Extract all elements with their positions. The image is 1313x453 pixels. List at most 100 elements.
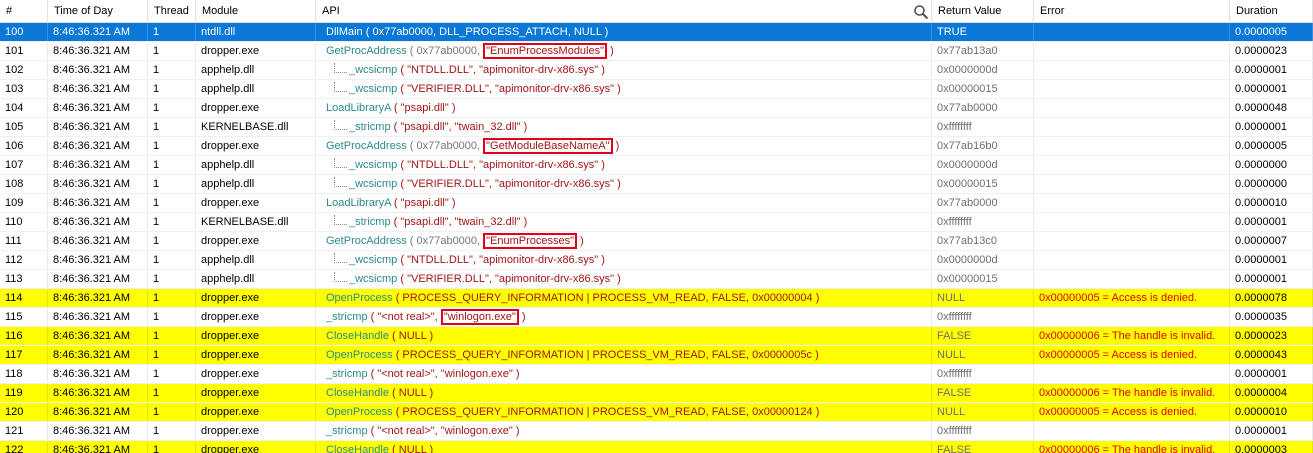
table-row[interactable]: 109 8:46:36.321 AM 1 dropper.exe LoadLibrary… bbox=[0, 194, 1313, 213]
api-arguments: ( "NTDLL.DLL", "apimonitor-drv-x86.sys" … bbox=[397, 159, 605, 171]
cell-thread: 1 bbox=[148, 346, 196, 364]
cell-api: _wcsicmp ( "NTDLL.DLL", "apimonitor-drv-… bbox=[316, 156, 932, 174]
cell-return-value: NULL bbox=[932, 346, 1034, 364]
cell-number: 104 bbox=[0, 99, 48, 117]
column-header-return-value[interactable]: Return Value bbox=[932, 0, 1034, 22]
cell-api: _stricmp ( "<not real>", "winlogon.exe" … bbox=[316, 308, 932, 326]
table-row[interactable]: 120 8:46:36.321 AM 1 dropper.exe OpenProcess… bbox=[0, 403, 1313, 422]
column-header-api[interactable]: API bbox=[316, 0, 932, 22]
api-function-name: CloseHandle bbox=[326, 387, 389, 399]
table-row[interactable]: 106 8:46:36.321 AM 1 dropper.exe GetProcAddr… bbox=[0, 137, 1313, 156]
cell-error bbox=[1034, 118, 1230, 136]
cell-api: GetProcAddress ( 0x77ab0000, "EnumProces… bbox=[316, 42, 932, 60]
cell-duration: 0.0000004 bbox=[1230, 384, 1313, 402]
api-function-name: _stricmp bbox=[326, 425, 368, 437]
api-arguments: ( "psapi.dll", "twain_32.dll" ) bbox=[390, 121, 528, 133]
cell-number: 122 bbox=[0, 441, 48, 453]
cell-error bbox=[1034, 99, 1230, 117]
table-row[interactable]: 100 8:46:36.321 AM 1 ntdll.dll DllMain ( 0x7… bbox=[0, 23, 1313, 42]
cell-number: 100 bbox=[0, 23, 48, 41]
cell-error: 0x00000005 = Access is denied. bbox=[1034, 346, 1230, 364]
cell-error: 0x00000006 = The handle is invalid. bbox=[1034, 441, 1230, 453]
cell-thread: 1 bbox=[148, 365, 196, 383]
cell-return-value: 0x77ab13c0 bbox=[932, 232, 1034, 250]
cell-module: dropper.exe bbox=[196, 422, 316, 440]
table-row[interactable]: 114 8:46:36.321 AM 1 dropper.exe OpenProcess… bbox=[0, 289, 1313, 308]
table-row[interactable]: 110 8:46:36.321 AM 1 KERNELBASE.dll _stricmp… bbox=[0, 213, 1313, 232]
table-row[interactable]: 119 8:46:36.321 AM 1 dropper.exe CloseHandle… bbox=[0, 384, 1313, 403]
column-header-module[interactable]: Module bbox=[196, 0, 316, 22]
table-row[interactable]: 122 8:46:36.321 AM 1 dropper.exe CloseHandle… bbox=[0, 441, 1313, 453]
cell-time: 8:46:36.321 AM bbox=[48, 346, 148, 364]
table-row[interactable]: 104 8:46:36.321 AM 1 dropper.exe LoadLibrary… bbox=[0, 99, 1313, 118]
cell-return-value: TRUE bbox=[932, 23, 1034, 41]
cell-duration: 0.0000005 bbox=[1230, 137, 1313, 155]
table-row[interactable]: 105 8:46:36.321 AM 1 KERNELBASE.dll _stricmp… bbox=[0, 118, 1313, 137]
cell-return-value: 0x77ab16b0 bbox=[932, 137, 1034, 155]
column-header-number[interactable]: # bbox=[0, 0, 48, 22]
cell-time: 8:46:36.321 AM bbox=[48, 327, 148, 345]
table-row[interactable]: 111 8:46:36.321 AM 1 dropper.exe GetProcAddr… bbox=[0, 232, 1313, 251]
cell-error bbox=[1034, 270, 1230, 288]
cell-error bbox=[1034, 213, 1230, 231]
api-arguments-suffix: ) bbox=[612, 140, 620, 152]
cell-number: 114 bbox=[0, 289, 48, 307]
table-row[interactable]: 107 8:46:36.321 AM 1 apphelp.dll _wcsicmp ( … bbox=[0, 156, 1313, 175]
table-row[interactable]: 102 8:46:36.321 AM 1 apphelp.dll _wcsicmp ( … bbox=[0, 61, 1313, 80]
cell-thread: 1 bbox=[148, 156, 196, 174]
column-header-duration[interactable]: Duration bbox=[1230, 0, 1313, 22]
table-row[interactable]: 112 8:46:36.321 AM 1 apphelp.dll _wcsicmp ( … bbox=[0, 251, 1313, 270]
cell-duration: 0.0000005 bbox=[1230, 23, 1313, 41]
table-row[interactable]: 113 8:46:36.321 AM 1 apphelp.dll _wcsicmp ( … bbox=[0, 270, 1313, 289]
cell-number: 106 bbox=[0, 137, 48, 155]
column-header-error[interactable]: Error bbox=[1034, 0, 1230, 22]
cell-time: 8:46:36.321 AM bbox=[48, 194, 148, 212]
cell-thread: 1 bbox=[148, 403, 196, 421]
cell-time: 8:46:36.321 AM bbox=[48, 99, 148, 117]
api-function-name: GetProcAddress bbox=[326, 140, 407, 152]
tree-connector-icon bbox=[334, 215, 347, 225]
cell-thread: 1 bbox=[148, 137, 196, 155]
api-function-name: OpenProcess bbox=[326, 349, 393, 361]
search-icon[interactable] bbox=[913, 4, 929, 20]
cell-error bbox=[1034, 365, 1230, 383]
cell-error: 0x00000006 = The handle is invalid. bbox=[1034, 327, 1230, 345]
api-function-name: _stricmp bbox=[326, 311, 368, 323]
cell-module: apphelp.dll bbox=[196, 80, 316, 98]
table-row[interactable]: 116 8:46:36.321 AM 1 dropper.exe CloseHandle… bbox=[0, 327, 1313, 346]
api-function-name: _wcsicmp bbox=[349, 178, 398, 190]
api-function-name: OpenProcess bbox=[326, 292, 393, 304]
column-header-row: # Time of Day Thread Module API Return V… bbox=[0, 0, 1313, 23]
cell-api: _wcsicmp ( "VERIFIER.DLL", "apimonitor-d… bbox=[316, 175, 932, 193]
cell-error bbox=[1034, 42, 1230, 60]
api-arguments-suffix: ) bbox=[518, 311, 526, 323]
table-row[interactable]: 101 8:46:36.321 AM 1 dropper.exe GetProcAddr… bbox=[0, 42, 1313, 61]
cell-api: OpenProcess ( PROCESS_QUERY_INFORMATION … bbox=[316, 346, 932, 364]
table-row[interactable]: 115 8:46:36.321 AM 1 dropper.exe _stricmp ( … bbox=[0, 308, 1313, 327]
api-function-name: LoadLibraryA bbox=[326, 197, 391, 209]
cell-duration: 0.0000078 bbox=[1230, 289, 1313, 307]
table-row[interactable]: 117 8:46:36.321 AM 1 dropper.exe OpenProcess… bbox=[0, 346, 1313, 365]
table-row[interactable]: 103 8:46:36.321 AM 1 apphelp.dll _wcsicmp ( … bbox=[0, 80, 1313, 99]
column-header-time[interactable]: Time of Day bbox=[48, 0, 148, 22]
cell-error bbox=[1034, 308, 1230, 326]
column-header-thread[interactable]: Thread bbox=[148, 0, 196, 22]
cell-duration: 0.0000001 bbox=[1230, 213, 1313, 231]
cell-api: _stricmp ( "psapi.dll", "twain_32.dll" ) bbox=[316, 213, 932, 231]
tree-connector-icon bbox=[334, 253, 347, 263]
cell-error bbox=[1034, 422, 1230, 440]
api-function-name: _wcsicmp bbox=[349, 254, 398, 266]
cell-api: OpenProcess ( PROCESS_QUERY_INFORMATION … bbox=[316, 403, 932, 421]
cell-module: KERNELBASE.dll bbox=[196, 213, 316, 231]
cell-number: 107 bbox=[0, 156, 48, 174]
cell-return-value: 0x00000015 bbox=[932, 175, 1034, 193]
table-row[interactable]: 118 8:46:36.321 AM 1 dropper.exe _stricmp ( … bbox=[0, 365, 1313, 384]
cell-duration: 0.0000001 bbox=[1230, 61, 1313, 79]
cell-return-value: NULL bbox=[932, 289, 1034, 307]
table-row[interactable]: 121 8:46:36.321 AM 1 dropper.exe _stricmp ( … bbox=[0, 422, 1313, 441]
tree-connector-icon bbox=[334, 63, 347, 73]
tree-connector-icon bbox=[334, 158, 347, 168]
highlighted-argument: "GetModuleBaseNameA" bbox=[483, 138, 613, 154]
api-function-name: CloseHandle bbox=[326, 444, 389, 453]
table-row[interactable]: 108 8:46:36.321 AM 1 apphelp.dll _wcsicmp ( … bbox=[0, 175, 1313, 194]
